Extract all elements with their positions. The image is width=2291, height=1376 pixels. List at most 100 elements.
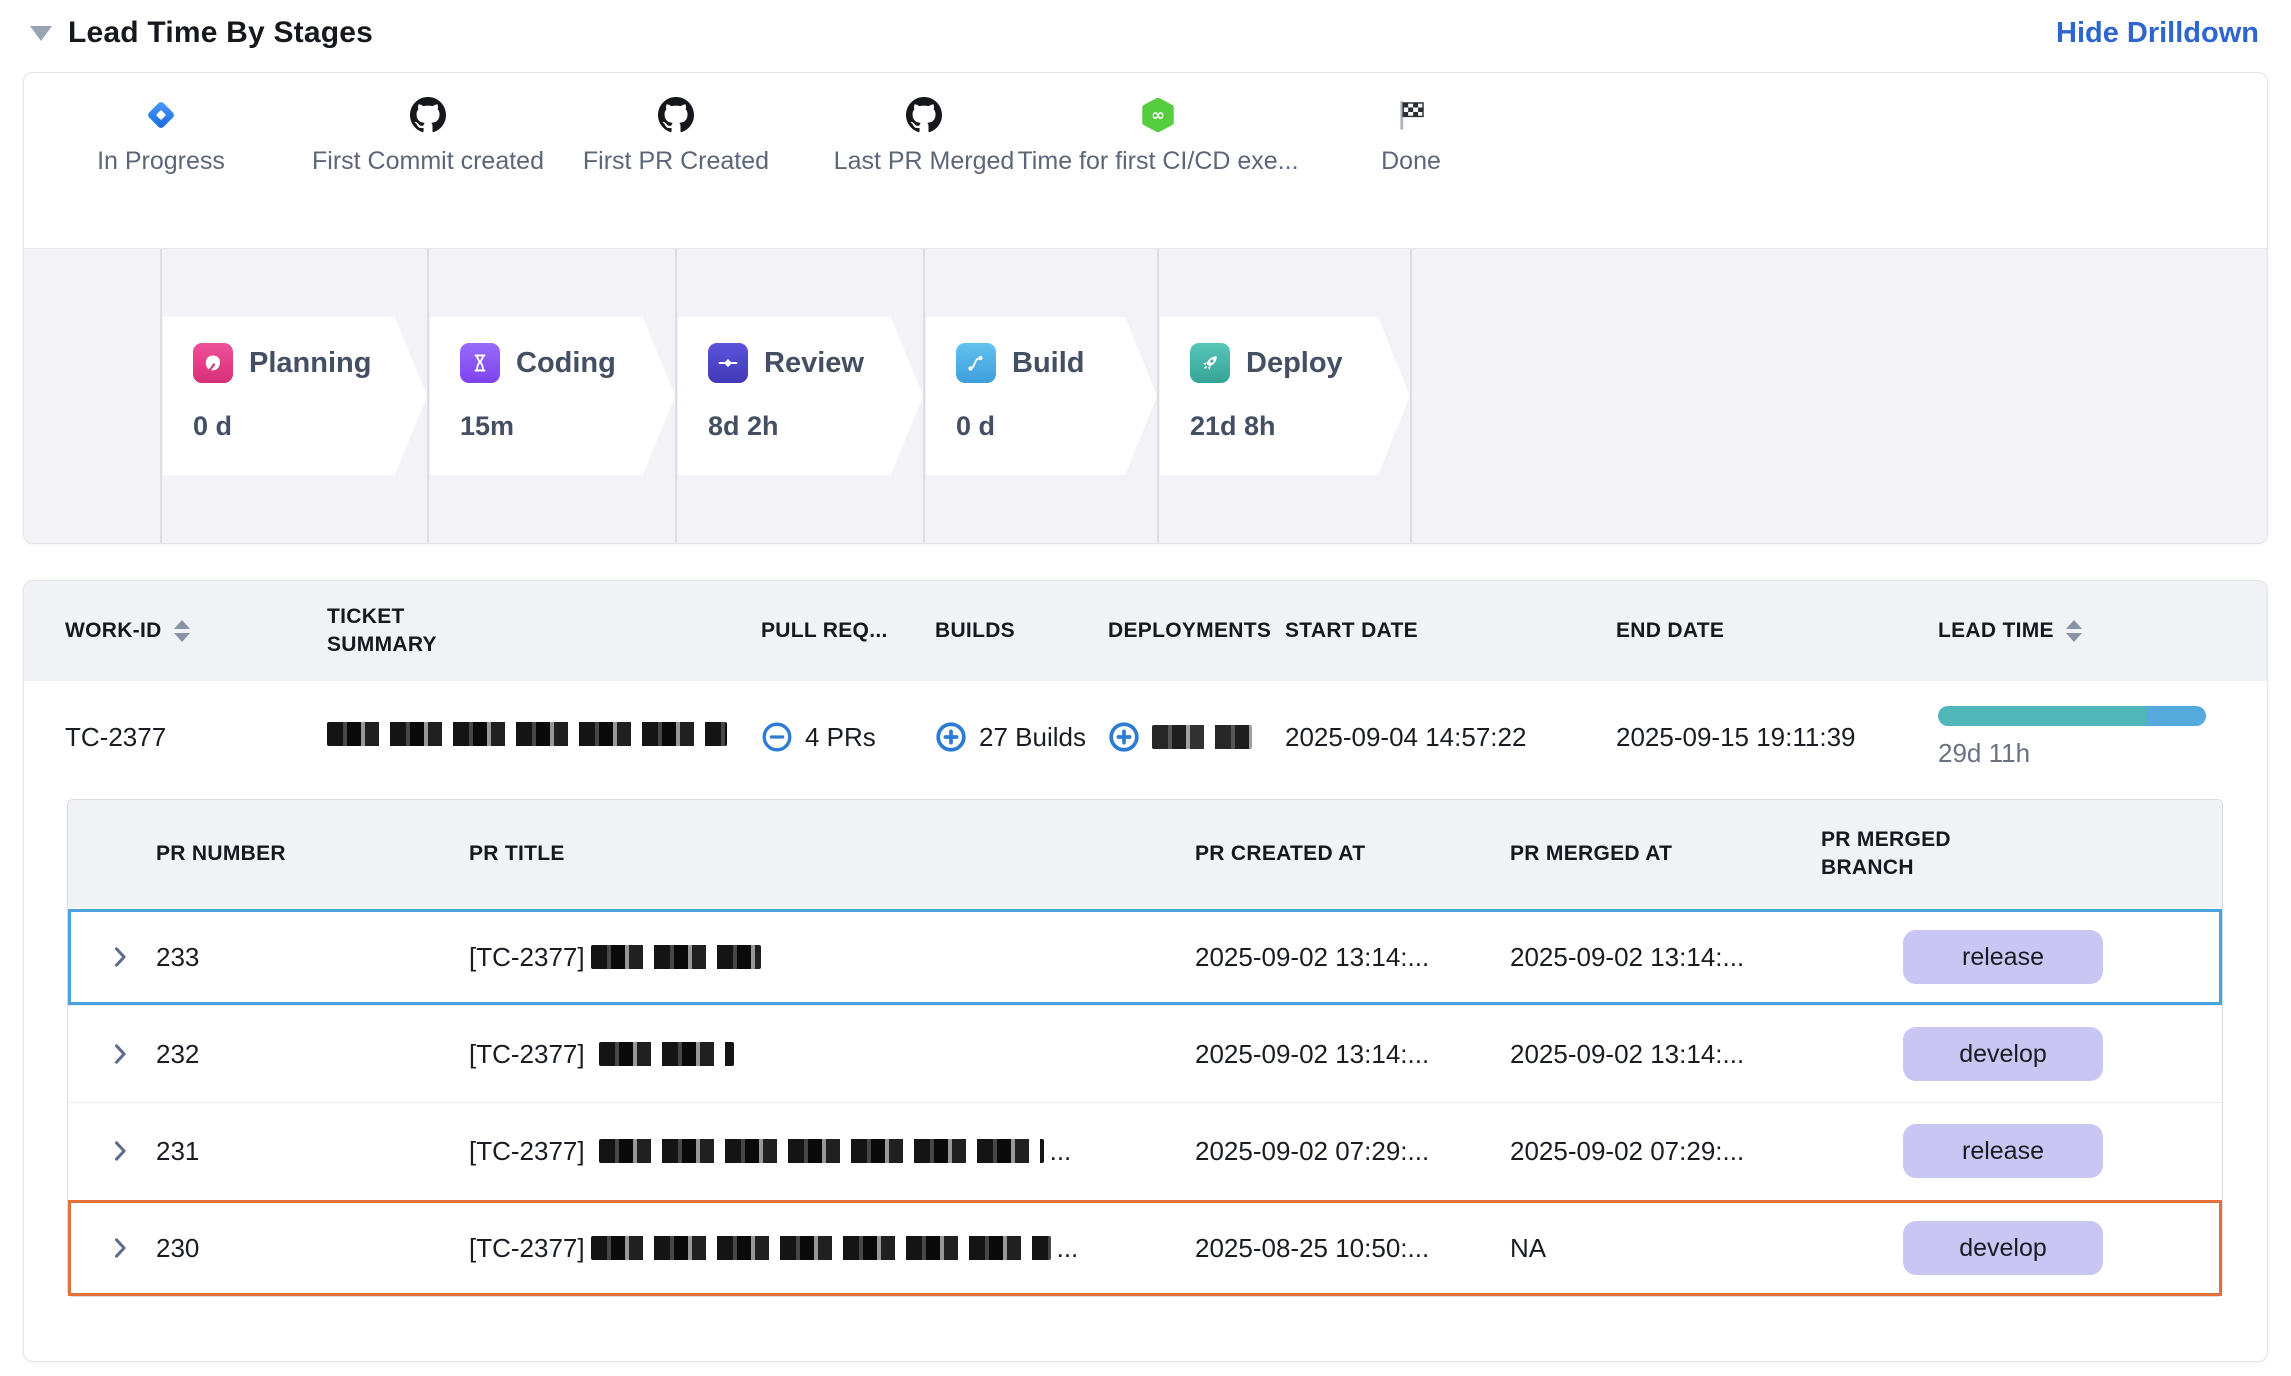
- branch-badge: develop: [1903, 1221, 2103, 1275]
- builds-cell[interactable]: 27 Builds: [935, 721, 1108, 753]
- page-title: Lead Time By Stages: [68, 16, 373, 50]
- column-header-work-id[interactable]: WORK-ID: [65, 619, 327, 643]
- column-header-pr-created-at[interactable]: PR CREATED AT: [1195, 842, 1510, 866]
- stage-divider: [160, 249, 162, 543]
- builds-value: 27 Builds: [979, 722, 1086, 753]
- pr-row-231[interactable]: 231 [TC-2377] ... 2025-09-02 07:29:... 2…: [68, 1102, 2222, 1199]
- finish-flag-icon: [1251, 95, 1571, 135]
- deployments-cell[interactable]: [1108, 721, 1285, 753]
- commit-icon: [708, 343, 748, 383]
- pr-number: 233: [156, 942, 469, 973]
- stage-divider: [1410, 249, 1412, 543]
- start-date-value: 2025-09-04 14:57:22: [1285, 722, 1616, 753]
- expand-circle-icon[interactable]: [1108, 721, 1140, 753]
- stage-name: Build: [1012, 347, 1085, 380]
- column-header-ticket-summary[interactable]: TICKET SUMMARY: [327, 603, 761, 660]
- redacted-text: [591, 945, 761, 969]
- stage-review[interactable]: Review 8d 2h: [678, 317, 923, 475]
- rocket-icon: [1190, 343, 1230, 383]
- stage-divider: [923, 249, 925, 543]
- lead-time-bar: [1938, 706, 2206, 726]
- column-header-pull-requests[interactable]: PULL REQ...: [761, 619, 935, 643]
- collapse-circle-icon[interactable]: [761, 721, 793, 753]
- redacted-text: [599, 1139, 1044, 1163]
- column-label: WORK-ID: [65, 619, 162, 643]
- column-header-pr-title[interactable]: PR TITLE: [469, 842, 1195, 866]
- stage-coding[interactable]: Coding 15m: [430, 317, 675, 475]
- work-table-row[interactable]: TC-2377 4 PRs 27 Builds: [24, 681, 2267, 793]
- pr-title: [TC-2377] ...: [469, 1136, 1195, 1167]
- redacted-text: [1152, 725, 1252, 749]
- stage-duration: 8d 2h: [708, 411, 923, 442]
- column-header-deployments[interactable]: DEPLOYMENTS: [1108, 619, 1285, 643]
- stage-divider: [1157, 249, 1159, 543]
- branch-badge: develop: [1903, 1027, 2103, 1081]
- pr-title-prefix: [TC-2377]: [469, 1233, 585, 1264]
- pr-title-prefix: [TC-2377]: [469, 1136, 585, 1167]
- lead-time-value: 29d 11h: [1938, 738, 2267, 769]
- sort-icon[interactable]: [174, 620, 190, 642]
- column-label: TICKET SUMMARY: [327, 603, 457, 660]
- column-header-pr-merged-branch[interactable]: PR MERGED BRANCH: [1821, 826, 2222, 883]
- lead-bar-blue-segment: [2147, 706, 2206, 726]
- stage-duration: 15m: [460, 411, 675, 442]
- pr-number: 230: [156, 1233, 469, 1264]
- column-label: PR TITLE: [469, 842, 565, 866]
- lead-time-stages-card: In Progress First Commit created First P…: [23, 72, 2268, 544]
- stage-name: Coding: [516, 347, 616, 380]
- stage-divider: [675, 249, 677, 543]
- stage-duration: 0 d: [193, 411, 427, 442]
- pr-row-233[interactable]: 233 [TC-2377] 2025-09-02 13:14:... 2025-…: [68, 908, 2222, 1005]
- lead-time-cell: 29d 11h: [1938, 706, 2267, 769]
- column-header-start-date[interactable]: START DATE: [1285, 619, 1616, 643]
- column-label: PR MERGED AT: [1510, 842, 1672, 866]
- pr-row-230[interactable]: 230 [TC-2377] ... 2025-08-25 10:50:... N…: [68, 1199, 2222, 1296]
- pr-number: 231: [156, 1136, 469, 1167]
- branch-icon: [956, 343, 996, 383]
- redacted-text: [327, 722, 727, 746]
- milestone-label: Done: [1251, 147, 1571, 176]
- stage-build[interactable]: Build 0 d: [926, 317, 1157, 475]
- pr-created-at: 2025-09-02 07:29:...: [1195, 1136, 1510, 1167]
- column-header-pr-merged-at[interactable]: PR MERGED AT: [1510, 842, 1821, 866]
- chevron-right-icon[interactable]: [68, 1137, 156, 1165]
- stage-zone: Planning 0 d Coding 15m: [24, 248, 2267, 543]
- column-label: DEPLOYMENTS: [1108, 619, 1271, 643]
- pr-created-at: 2025-08-25 10:50:...: [1195, 1233, 1510, 1264]
- chevron-right-icon[interactable]: [68, 1234, 156, 1262]
- pull-requests-cell[interactable]: 4 PRs: [761, 721, 935, 753]
- column-label: BUILDS: [935, 619, 1015, 643]
- pr-title-prefix: [TC-2377]: [469, 942, 585, 973]
- stage-deploy[interactable]: Deploy 21d 8h: [1160, 317, 1410, 475]
- column-header-builds[interactable]: BUILDS: [935, 619, 1108, 643]
- pr-title: [TC-2377] ...: [469, 1233, 1195, 1264]
- stage-name: Review: [764, 347, 864, 380]
- pr-created-at: 2025-09-02 13:14:...: [1195, 942, 1510, 973]
- stage-duration: 0 d: [956, 411, 1157, 442]
- sort-icon[interactable]: [2066, 620, 2082, 642]
- chevron-right-icon[interactable]: [68, 1040, 156, 1068]
- pr-row-232[interactable]: 232 [TC-2377] 2025-09-02 13:14:... 2025-…: [68, 1005, 2222, 1102]
- section-header: Lead Time By Stages Hide Drilldown: [0, 0, 2291, 72]
- expand-circle-icon[interactable]: [935, 721, 967, 753]
- hide-drilldown-link[interactable]: Hide Drilldown: [2056, 17, 2259, 50]
- stage-planning[interactable]: Planning 0 d: [163, 317, 427, 475]
- hourglass-icon: [460, 343, 500, 383]
- chevron-right-icon[interactable]: [68, 943, 156, 971]
- redacted-text: [591, 1236, 1051, 1260]
- ticket-summary-redacted: [327, 722, 761, 753]
- work-table-header: WORK-ID TICKET SUMMARY PULL REQ... BUILD…: [24, 581, 2267, 681]
- redacted-text: [599, 1042, 734, 1066]
- column-header-end-date[interactable]: END DATE: [1616, 619, 1938, 643]
- collapse-triangle-icon[interactable]: [30, 26, 52, 41]
- pr-title: [TC-2377]: [469, 1039, 1195, 1070]
- pr-merged-at: NA: [1510, 1233, 1821, 1264]
- column-label: PR CREATED AT: [1195, 842, 1365, 866]
- column-header-pr-number[interactable]: PR NUMBER: [156, 842, 469, 866]
- column-header-lead-time[interactable]: LEAD TIME: [1938, 619, 2267, 643]
- pr-title-suffix: ...: [1057, 1233, 1079, 1264]
- pr-table: PR NUMBER PR TITLE PR CREATED AT PR MERG…: [67, 799, 2223, 1297]
- branch-badge: release: [1903, 1124, 2103, 1178]
- drilldown-table-card: WORK-ID TICKET SUMMARY PULL REQ... BUILD…: [23, 580, 2268, 1362]
- pr-merged-at: 2025-09-02 07:29:...: [1510, 1136, 1821, 1167]
